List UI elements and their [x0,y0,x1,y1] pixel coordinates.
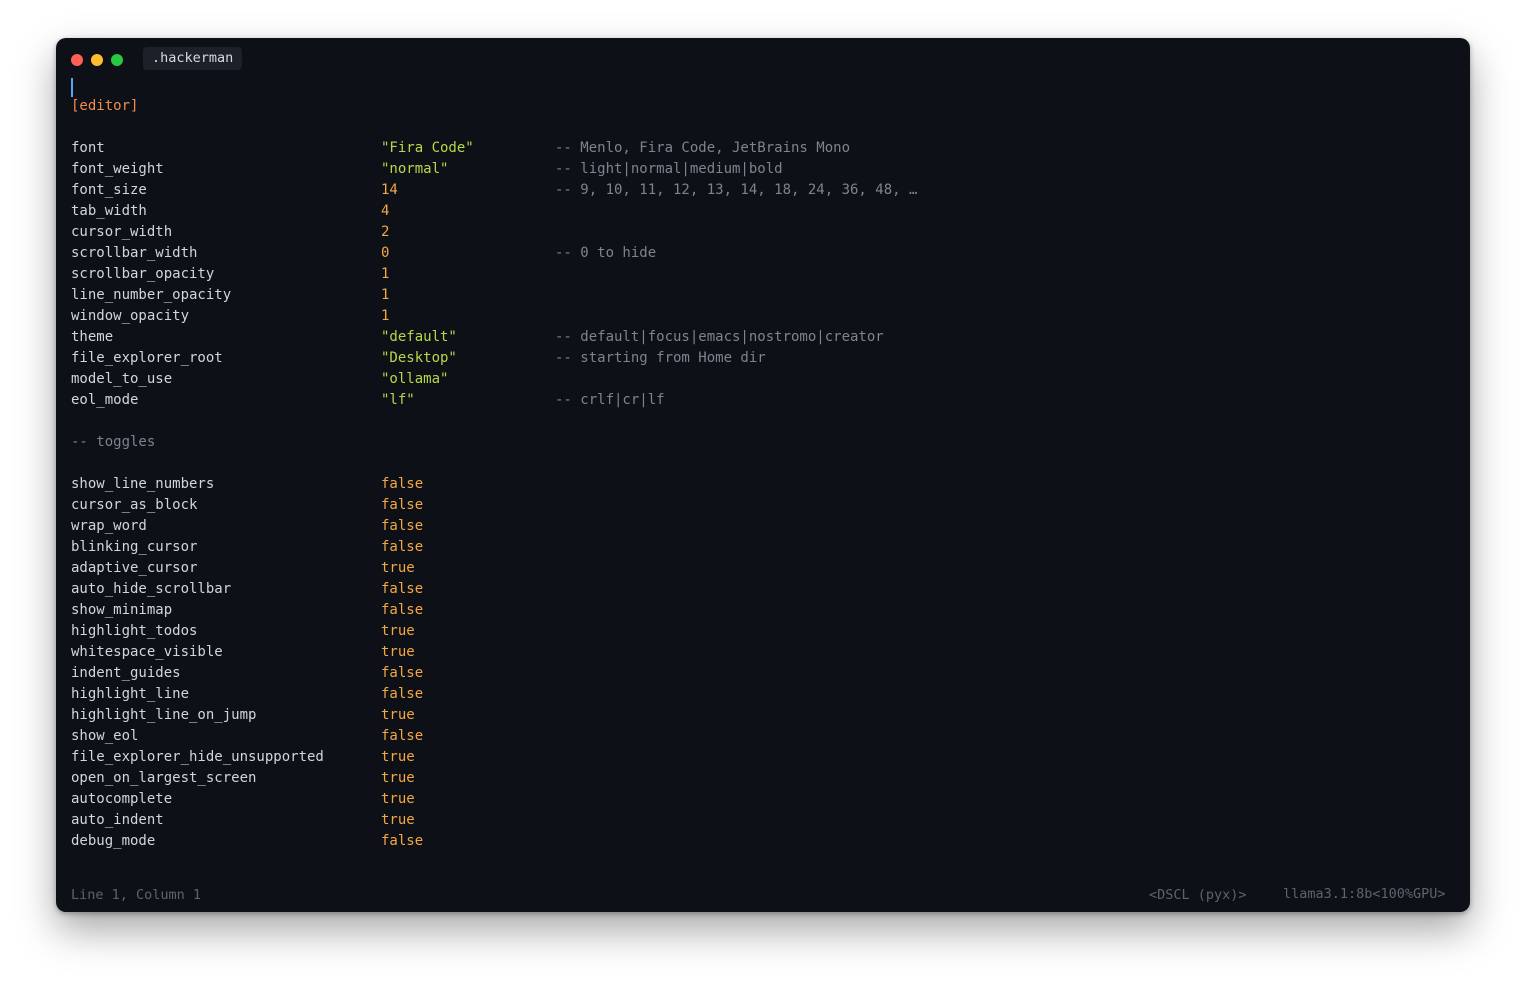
toggle-value: true [381,770,415,786]
setting-key: font_size [71,182,147,198]
setting-key: font_weight [71,161,164,177]
toggle-key: indent_guides [71,665,181,681]
setting-value: "default" [381,329,457,345]
close-window-button[interactable] [71,54,83,66]
setting-key: window_opacity [71,308,190,324]
model-status[interactable]: llama3.1:8b<100%GPU> [1283,883,1446,905]
toggle-key: highlight_line [71,686,190,702]
text-cursor [71,78,73,97]
toggle-key: show_eol [71,728,139,744]
setting-value: "Fira Code" [381,140,474,156]
setting-key: scrollbar_opacity [71,266,215,282]
toggle-value: false [381,686,424,702]
toggle-value: true [381,749,415,765]
toggle-key: show_line_numbers [71,476,215,492]
toggle-value: false [381,581,424,597]
toggle-key: blinking_cursor [71,539,198,555]
toggle-value: false [381,602,424,618]
toggle-value: true [381,791,415,807]
editor-window: .hackerman [editor] font "Fira Code" -- Me… [56,38,1470,912]
setting-value: 2 [381,224,390,240]
maximize-window-button[interactable] [111,54,123,66]
toggle-value: true [381,644,415,660]
toggle-key: cursor_as_block [71,497,198,513]
setting-key: theme [71,329,114,345]
setting-key: tab_width [71,203,147,219]
toggle-key: adaptive_cursor [71,560,198,576]
setting-comment: -- crlf|cr|lf [555,392,665,408]
toggle-key: autocomplete [71,791,173,807]
toggle-key: auto_hide_scrollbar [71,581,232,597]
title-bar: .hackerman [56,38,1470,80]
status-bar: Line 1, Column 1 <DSCL (pyx)> llama3.1:8… [56,878,1470,912]
setting-value: 4 [381,203,390,219]
toggle-value: false [381,476,424,492]
file-tab[interactable]: .hackerman [143,47,243,70]
toggle-value: true [381,812,415,828]
setting-value: 14 [381,182,398,198]
setting-value: "Desktop" [381,350,457,366]
toggle-value: false [381,497,424,513]
toggle-value: false [381,518,424,534]
toggle-key: file_explorer_hide_unsupported [71,749,324,765]
setting-value: 1 [381,266,390,282]
setting-value: 1 [381,308,390,324]
setting-value: 1 [381,287,390,303]
toggle-value: true [381,560,415,576]
toggles-comment: -- toggles [71,434,156,450]
setting-comment: -- light|normal|medium|bold [555,161,783,177]
setting-comment: -- default|focus|emacs|nostromo|creator [555,329,884,345]
setting-key: line_number_opacity [71,287,232,303]
cursor-position: Line 1, Column 1 [71,887,202,903]
toggle-key: wrap_word [71,518,147,534]
toggle-key: show_minimap [71,602,173,618]
toggle-key: highlight_todos [71,623,198,639]
setting-key: file_explorer_root [71,350,223,366]
toggle-value: false [381,539,424,555]
toggle-value: true [381,623,415,639]
toggle-value: true [381,707,415,723]
section-header: [editor] [71,98,139,114]
setting-value: "lf" [381,392,415,408]
toggle-key: auto_indent [71,812,164,828]
setting-key: font [71,140,105,156]
setting-comment: -- Menlo, Fira Code, JetBrains Mono [555,140,851,156]
toggle-key: open_on_largest_screen [71,770,257,786]
setting-comment: -- 0 to hide [555,245,657,261]
toggle-key: whitespace_visible [71,644,223,660]
setting-value: "normal" [381,161,449,177]
setting-comment: -- starting from Home dir [555,350,766,366]
toggle-key: debug_mode [71,833,156,849]
toggle-value: false [381,833,424,849]
minimize-window-button[interactable] [91,54,103,66]
setting-value: 0 [381,245,390,261]
setting-value: "ollama" [381,371,449,387]
toggle-value: false [381,728,424,744]
setting-key: model_to_use [71,371,173,387]
setting-key: eol_mode [71,392,139,408]
setting-key: scrollbar_width [71,245,198,261]
setting-comment: -- 9, 10, 11, 12, 13, 14, 18, 24, 36, 48… [555,182,918,198]
toggle-value: false [381,665,424,681]
language-mode[interactable]: <DSCL (pyx)> [1149,884,1247,906]
toggle-key: highlight_line_on_jump [71,707,257,723]
setting-key: cursor_width [71,224,173,240]
